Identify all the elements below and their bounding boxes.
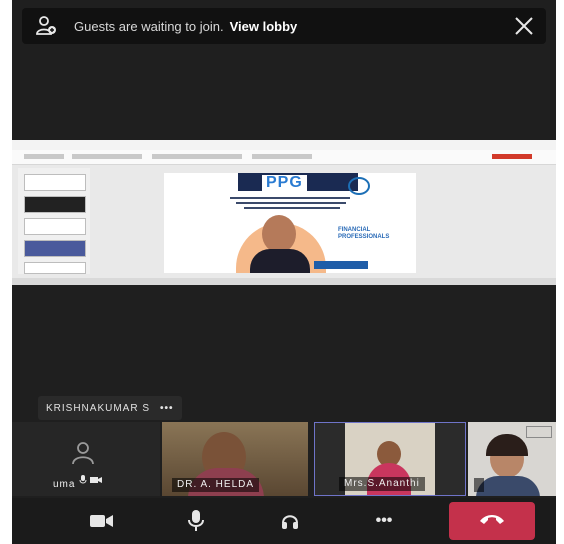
call-controls-bar: ••• bbox=[12, 498, 556, 544]
people-icon bbox=[36, 15, 58, 37]
participant-video-tile[interactable]: DR. A. HELDA bbox=[162, 422, 308, 496]
participant-strip: uma DR. A. HELDA Mrs.S.Ananthi bbox=[12, 422, 556, 498]
participant-name bbox=[474, 478, 484, 492]
participant-name: DR. A. HELDA bbox=[172, 478, 260, 492]
hang-up-icon bbox=[478, 512, 506, 531]
speaker-photo bbox=[262, 215, 296, 253]
hang-up-button[interactable] bbox=[449, 502, 535, 540]
microphone-icon[interactable] bbox=[176, 506, 216, 536]
lobby-notification-banner: Guests are waiting to join. View lobby bbox=[22, 8, 546, 44]
camera-icon[interactable] bbox=[82, 506, 122, 536]
window-frame-icon bbox=[526, 426, 552, 438]
teams-meeting-window: Guests are waiting to join. View lobby P bbox=[12, 0, 556, 544]
participant-name: uma bbox=[53, 479, 76, 490]
participant-name: Mrs.S.Ananthi bbox=[339, 477, 425, 491]
presenter-name: KRISHNAKUMAR S bbox=[46, 402, 151, 414]
mic-icon bbox=[78, 472, 88, 490]
current-slide: PPG FINANCIAL PROFESSIONALS bbox=[164, 173, 416, 273]
slide-thumbnail bbox=[24, 196, 86, 213]
more-options-button[interactable]: ••• bbox=[364, 506, 404, 536]
app-status-bar bbox=[12, 278, 556, 285]
participant-video-tile-active[interactable]: Mrs.S.Ananthi bbox=[314, 422, 466, 496]
slide-badge-icon bbox=[348, 177, 370, 195]
slide-text-line bbox=[244, 207, 340, 209]
view-lobby-link[interactable]: View lobby bbox=[230, 19, 298, 34]
camera-icon bbox=[90, 472, 102, 490]
shared-screen-content: PPG FINANCIAL PROFESSIONALS bbox=[12, 140, 556, 285]
slide-logo: PPG bbox=[262, 175, 307, 191]
presenter-more-button[interactable]: ••• bbox=[160, 403, 174, 414]
presenter-name-pill: KRISHNAKUMAR S ••• bbox=[38, 396, 182, 420]
speaker-icon[interactable] bbox=[270, 506, 310, 536]
slide-thumbnail bbox=[24, 174, 86, 191]
participant-video-tile[interactable] bbox=[468, 422, 556, 496]
slide-text-line bbox=[230, 197, 350, 199]
app-ribbon bbox=[12, 150, 556, 165]
participant-video-body bbox=[476, 476, 540, 496]
slide-side-text: FINANCIAL PROFESSIONALS bbox=[338, 227, 390, 240]
person-icon bbox=[70, 440, 96, 466]
speaker-photo-body bbox=[250, 249, 310, 273]
slide-thumbnail bbox=[24, 218, 86, 235]
participant-tile[interactable]: uma bbox=[12, 422, 160, 496]
lobby-message: Guests are waiting to join. bbox=[74, 18, 224, 34]
slide-thumbnail bbox=[24, 262, 86, 274]
slide-footer-bar bbox=[314, 261, 368, 269]
close-icon[interactable] bbox=[512, 14, 536, 38]
slide-thumbnail bbox=[24, 240, 86, 257]
slide-text-line bbox=[236, 202, 346, 204]
slide-thumbnail-pane bbox=[18, 168, 90, 274]
